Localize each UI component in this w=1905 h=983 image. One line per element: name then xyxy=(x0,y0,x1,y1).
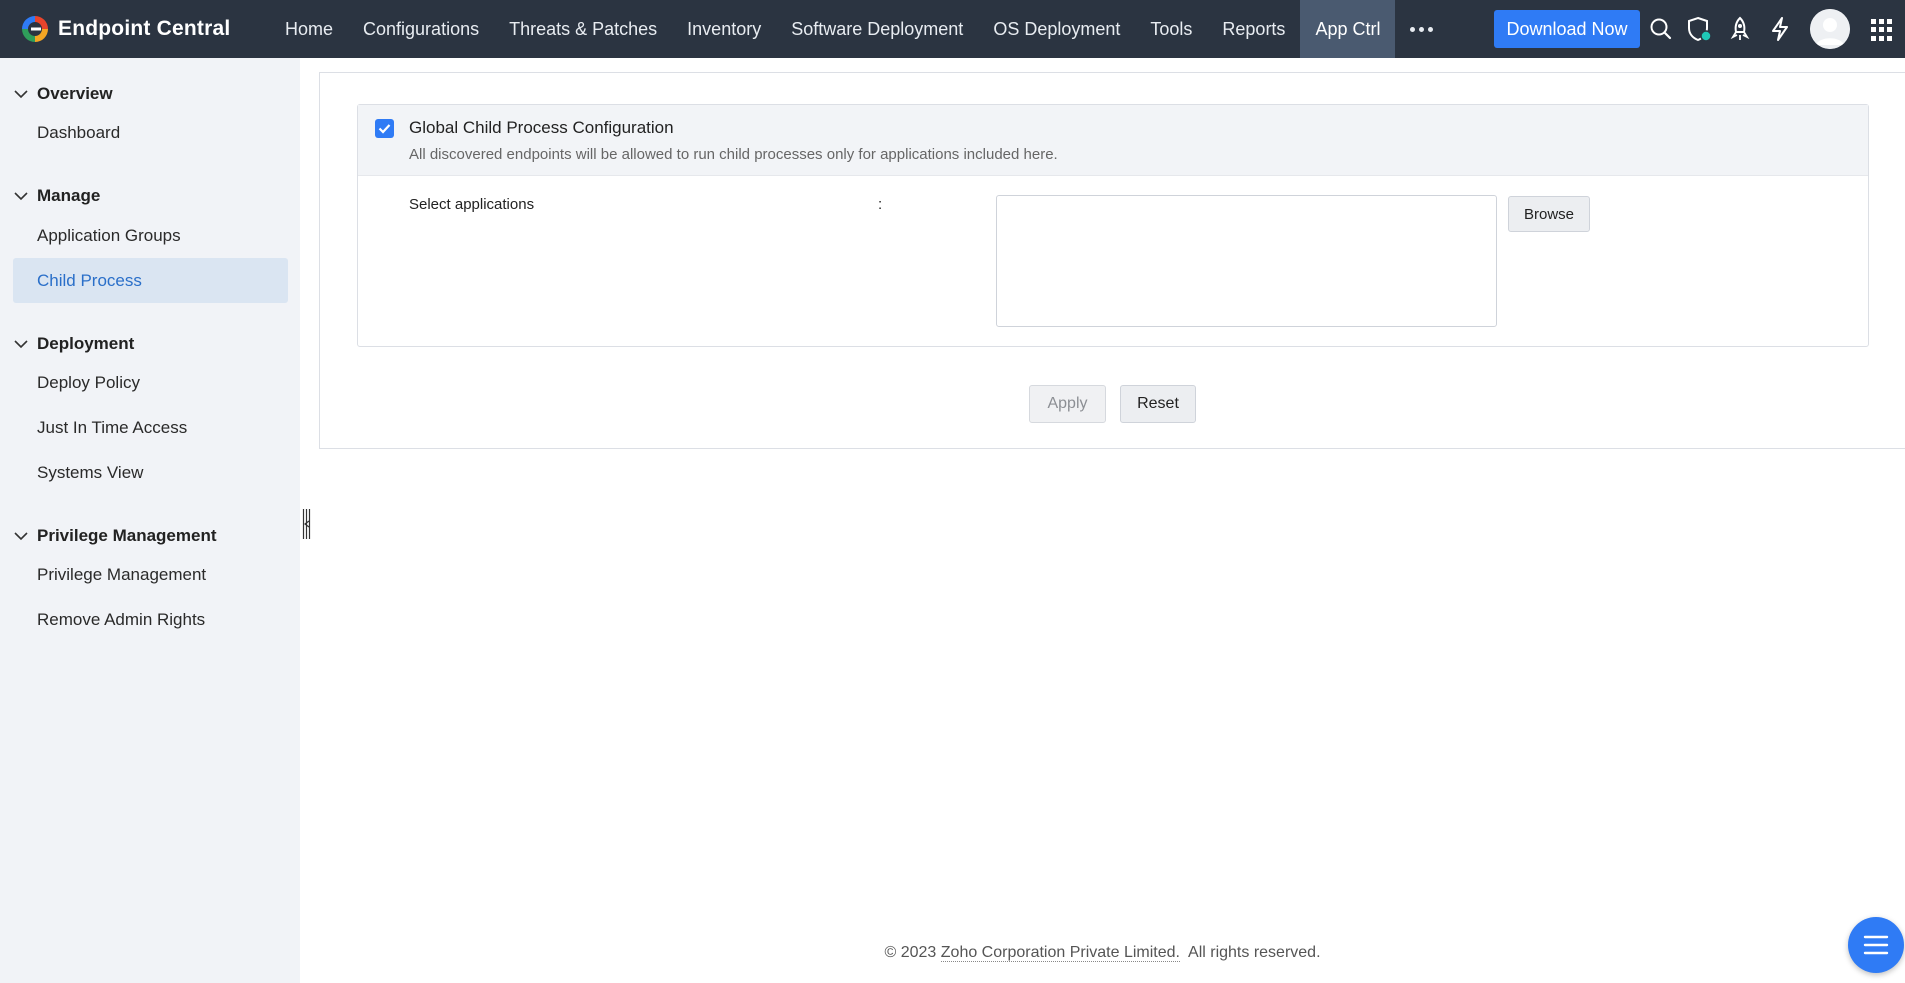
sidebar-item-application-groups[interactable]: Application Groups xyxy=(13,213,288,258)
nav-threats-patches[interactable]: Threats & Patches xyxy=(494,0,672,58)
sidebar-item-remove-admin-rights[interactable]: Remove Admin Rights xyxy=(13,597,288,642)
sidebar-collapse-handle[interactable] xyxy=(302,508,311,540)
menu-icon[interactable] xyxy=(1848,917,1904,973)
endpoint-central-logo xyxy=(22,16,48,42)
nav-inventory[interactable]: Inventory xyxy=(672,0,776,58)
app-name: Endpoint Central xyxy=(58,17,231,40)
footer: © 2023 Zoho Corporation Private Limited.… xyxy=(300,944,1905,962)
search-icon[interactable] xyxy=(1646,14,1676,44)
nav-app-ctrl[interactable]: App Ctrl xyxy=(1300,0,1396,58)
section-title: Privilege Management xyxy=(37,526,217,545)
reset-button[interactable]: Reset xyxy=(1120,385,1196,423)
nav-software-deployment[interactable]: Software Deployment xyxy=(776,0,978,58)
nav-home[interactable]: Home xyxy=(270,0,348,58)
download-now-button[interactable]: Download Now xyxy=(1494,10,1640,48)
avatar[interactable] xyxy=(1810,9,1850,49)
more-horizontal-icon[interactable] xyxy=(1395,0,1448,58)
config-title: Global Child Process Configuration xyxy=(409,118,674,137)
nav-tools[interactable]: Tools xyxy=(1135,0,1207,58)
lightning-icon[interactable] xyxy=(1765,14,1795,44)
section-privilege-management[interactable]: Privilege Management xyxy=(14,526,217,546)
chevron-down-icon xyxy=(14,90,28,99)
browse-button[interactable]: Browse xyxy=(1508,196,1590,232)
section-title: Deployment xyxy=(37,334,135,353)
rocket-icon[interactable] xyxy=(1725,14,1755,44)
chevron-down-icon xyxy=(14,340,28,349)
config-header: Global Child Process Configuration All d… xyxy=(358,105,1868,176)
sidebar-item-child-process[interactable]: Child Process xyxy=(13,258,288,303)
section-deployment[interactable]: Deployment xyxy=(14,334,134,354)
nav-os-deployment[interactable]: OS Deployment xyxy=(978,0,1135,58)
grid-icon[interactable] xyxy=(1871,19,1893,41)
apply-button[interactable]: Apply xyxy=(1029,385,1106,423)
chevron-down-icon xyxy=(14,192,28,201)
select-applications-label: Select applications xyxy=(409,196,535,213)
label-colon: : xyxy=(878,196,883,213)
rights-text: All rights reserved. xyxy=(1188,944,1321,961)
sidebar-item-deploy-policy[interactable]: Deploy Policy xyxy=(13,360,288,405)
copyright-year: © 2023 xyxy=(884,944,937,961)
sidebar: Overview Dashboard Manage Application Gr… xyxy=(0,58,300,983)
sidebar-item-dashboard[interactable]: Dashboard xyxy=(13,110,288,155)
company-link[interactable]: Zoho Corporation Private Limited. xyxy=(940,944,1180,962)
sidebar-item-just-in-time-access[interactable]: Just In Time Access xyxy=(13,405,288,450)
nav-configurations[interactable]: Configurations xyxy=(348,0,494,58)
main-nav: Home Configurations Threats & Patches In… xyxy=(270,0,1448,58)
config-description: All discovered endpoints will be allowed… xyxy=(409,146,1058,163)
sidebar-item-privilege-management[interactable]: Privilege Management xyxy=(13,552,288,597)
brand[interactable]: Endpoint Central xyxy=(0,0,270,58)
child-process-config-section: Global Child Process Configuration All d… xyxy=(357,104,1869,347)
check-icon xyxy=(378,124,391,134)
chevron-down-icon xyxy=(14,532,28,541)
sidebar-item-systems-view[interactable]: Systems View xyxy=(13,450,288,495)
section-overview[interactable]: Overview xyxy=(14,84,113,104)
global-child-process-checkbox[interactable] xyxy=(375,119,394,138)
section-title: Overview xyxy=(37,84,113,103)
shield-icon[interactable] xyxy=(1684,14,1714,44)
nav-reports[interactable]: Reports xyxy=(1207,0,1300,58)
section-manage[interactable]: Manage xyxy=(14,186,100,206)
section-title: Manage xyxy=(37,186,101,205)
top-navigation-bar: Endpoint Central Home Configurations Thr… xyxy=(0,0,1905,58)
applications-field[interactable] xyxy=(996,195,1497,327)
